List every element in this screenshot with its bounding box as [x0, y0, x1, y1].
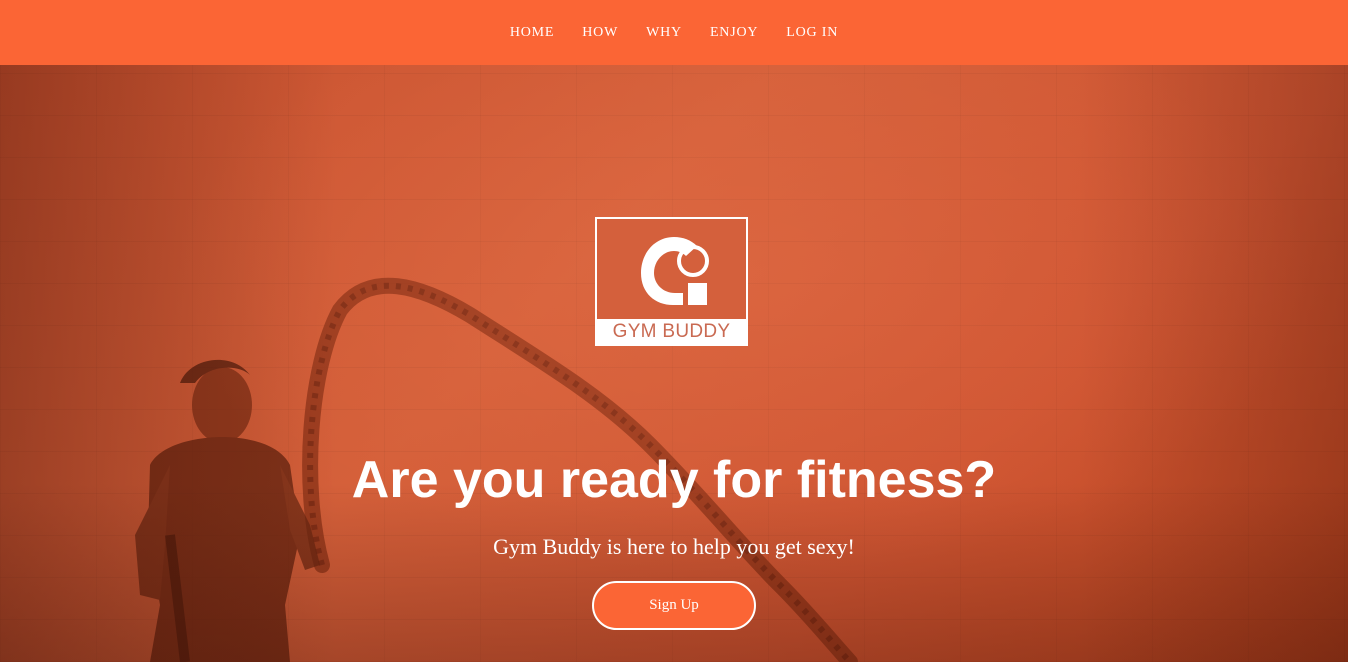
- gym-buddy-logo: GYM BUDDY: [595, 217, 748, 346]
- gym-buddy-g-logo-icon: [641, 237, 709, 307]
- logo-caption: GYM BUDDY: [597, 319, 746, 344]
- nav-item-why[interactable]: WHY: [646, 25, 682, 40]
- sign-up-button[interactable]: Sign Up: [592, 581, 756, 630]
- nav-item-log-in[interactable]: LOG IN: [786, 25, 838, 40]
- hero-color-overlay: [0, 65, 1348, 662]
- hero-section: GYM BUDDY Are you ready for fitness? Gym…: [0, 65, 1348, 662]
- nav-item-home[interactable]: HOME: [510, 25, 554, 40]
- nav-item-enjoy[interactable]: ENJOY: [710, 25, 758, 40]
- hero-headline: Are you ready for fitness?: [351, 451, 997, 509]
- hero-subheadline: Gym Buddy is here to help you get sexy!: [493, 534, 855, 559]
- page: HOME HOW WHY ENJOY LOG IN GYM BUDDY Are …: [0, 0, 1348, 662]
- nav-item-how[interactable]: HOW: [582, 25, 618, 40]
- top-navbar: HOME HOW WHY ENJOY LOG IN: [0, 0, 1348, 65]
